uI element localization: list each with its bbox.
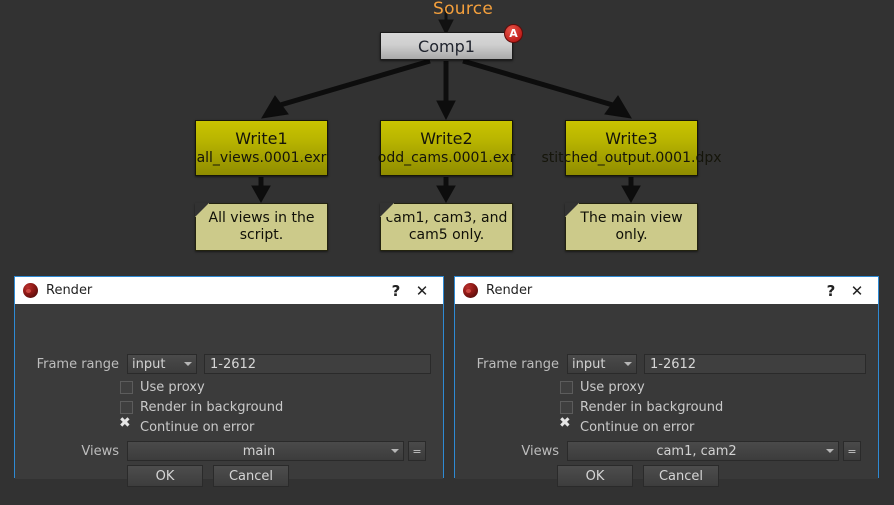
views-select[interactable]: main — [127, 441, 404, 461]
close-icon[interactable]: ✕ — [409, 282, 435, 300]
node-graph-canvas[interactable]: Source Comp1 A Write1 all_views.0001.exr… — [0, 0, 894, 275]
chevron-down-icon — [826, 449, 834, 453]
node-write3[interactable]: Write3 stitched_output.0001.dpx — [565, 120, 698, 176]
node-write1-name: Write1 — [235, 129, 287, 149]
nuke-logo-icon — [23, 283, 38, 298]
render-dialog-right-titlebar[interactable]: Render ? ✕ — [455, 277, 878, 304]
frame-range-mode-value: input — [132, 357, 179, 372]
views-label: Views — [15, 444, 119, 459]
frame-range-mode-value: input — [572, 357, 619, 372]
source-label: Source — [433, 0, 493, 19]
render-in-background-checkbox-row[interactable]: Render in background — [120, 400, 283, 415]
node-comp1-label: Comp1 — [418, 37, 475, 56]
nuke-logo-icon — [463, 283, 478, 298]
nuke-node-graph-screen: Source Comp1 A Write1 all_views.0001.exr… — [0, 0, 894, 505]
frame-range-input[interactable]: 1-2612 — [204, 354, 431, 374]
continue-on-error-checkbox-row[interactable]: Continue on error — [560, 420, 694, 435]
use-proxy-checkbox[interactable] — [560, 381, 573, 394]
help-button[interactable]: ? — [818, 282, 844, 300]
frame-range-value: 1-2612 — [210, 357, 256, 372]
render-in-background-label: Render in background — [580, 400, 723, 415]
views-value: main — [132, 444, 386, 459]
continue-on-error-checkbox-row[interactable]: Continue on error — [120, 420, 254, 435]
sticky-note-3-text: The main view only. — [566, 210, 697, 244]
use-proxy-checkbox[interactable] — [120, 381, 133, 394]
chevron-down-icon — [184, 362, 192, 366]
views-label: Views — [455, 444, 559, 459]
render-in-background-checkbox[interactable] — [120, 401, 133, 414]
frame-range-mode-select[interactable]: input — [127, 354, 197, 374]
node-comp1[interactable]: Comp1 — [380, 32, 513, 60]
render-dialog-left-titlebar[interactable]: Render ? ✕ — [15, 277, 443, 304]
render-in-background-checkbox[interactable] — [560, 401, 573, 414]
close-icon[interactable]: ✕ — [844, 282, 870, 300]
render-dialog-left-title: Render — [46, 283, 383, 298]
chevron-down-icon — [624, 362, 632, 366]
frame-range-value: 1-2612 — [650, 357, 696, 372]
frame-range-label: Frame range — [455, 357, 559, 372]
node-comp1-badge-icon: A — [504, 24, 523, 43]
render-dialog-left-body: Frame range input 1-2612 Use proxy Rende… — [15, 304, 443, 479]
sticky-note-3[interactable]: The main view only. — [565, 203, 698, 251]
continue-on-error-checkbox[interactable] — [120, 421, 133, 434]
cancel-button[interactable]: Cancel — [213, 465, 289, 487]
sticky-note-1[interactable]: All views in the script. — [195, 203, 328, 251]
render-dialog-right-title: Render — [486, 283, 818, 298]
ok-button[interactable]: OK — [557, 465, 633, 487]
render-dialog-right-body: Frame range input 1-2612 Use proxy Rende… — [455, 304, 878, 479]
frame-range-mode-select[interactable]: input — [567, 354, 637, 374]
render-in-background-label: Render in background — [140, 400, 283, 415]
frame-range-label: Frame range — [15, 357, 119, 372]
cancel-button[interactable]: Cancel — [643, 465, 719, 487]
render-dialog-left[interactable]: Render ? ✕ Frame range input 1-2612 Use … — [14, 276, 444, 478]
sticky-note-2-text: cam1, cam3, and cam5 only. — [381, 210, 512, 244]
help-button[interactable]: ? — [383, 282, 409, 300]
continue-on-error-label: Continue on error — [580, 420, 694, 435]
views-menu-button[interactable]: = — [408, 441, 426, 461]
views-menu-button[interactable]: = — [843, 441, 861, 461]
ok-button[interactable]: OK — [127, 465, 203, 487]
use-proxy-label: Use proxy — [140, 380, 205, 395]
node-write2-name: Write2 — [420, 129, 472, 149]
render-dialog-right[interactable]: Render ? ✕ Frame range input 1-2612 Use … — [454, 276, 879, 478]
views-select[interactable]: cam1, cam2 — [567, 441, 839, 461]
chevron-down-icon — [391, 449, 399, 453]
sticky-note-1-text: All views in the script. — [196, 210, 327, 244]
views-value: cam1, cam2 — [572, 444, 821, 459]
node-write3-filename: stitched_output.0001.dpx — [502, 149, 762, 167]
node-write1[interactable]: Write1 all_views.0001.exr — [195, 120, 328, 176]
use-proxy-checkbox-row[interactable]: Use proxy — [120, 380, 205, 395]
use-proxy-checkbox-row[interactable]: Use proxy — [560, 380, 645, 395]
node-write2[interactable]: Write2 odd_cams.0001.exr — [380, 120, 513, 176]
node-write3-name: Write3 — [605, 129, 657, 149]
frame-range-input[interactable]: 1-2612 — [644, 354, 866, 374]
render-in-background-checkbox-row[interactable]: Render in background — [560, 400, 723, 415]
continue-on-error-label: Continue on error — [140, 420, 254, 435]
use-proxy-label: Use proxy — [580, 380, 645, 395]
continue-on-error-checkbox[interactable] — [560, 421, 573, 434]
sticky-note-2[interactable]: cam1, cam3, and cam5 only. — [380, 203, 513, 251]
